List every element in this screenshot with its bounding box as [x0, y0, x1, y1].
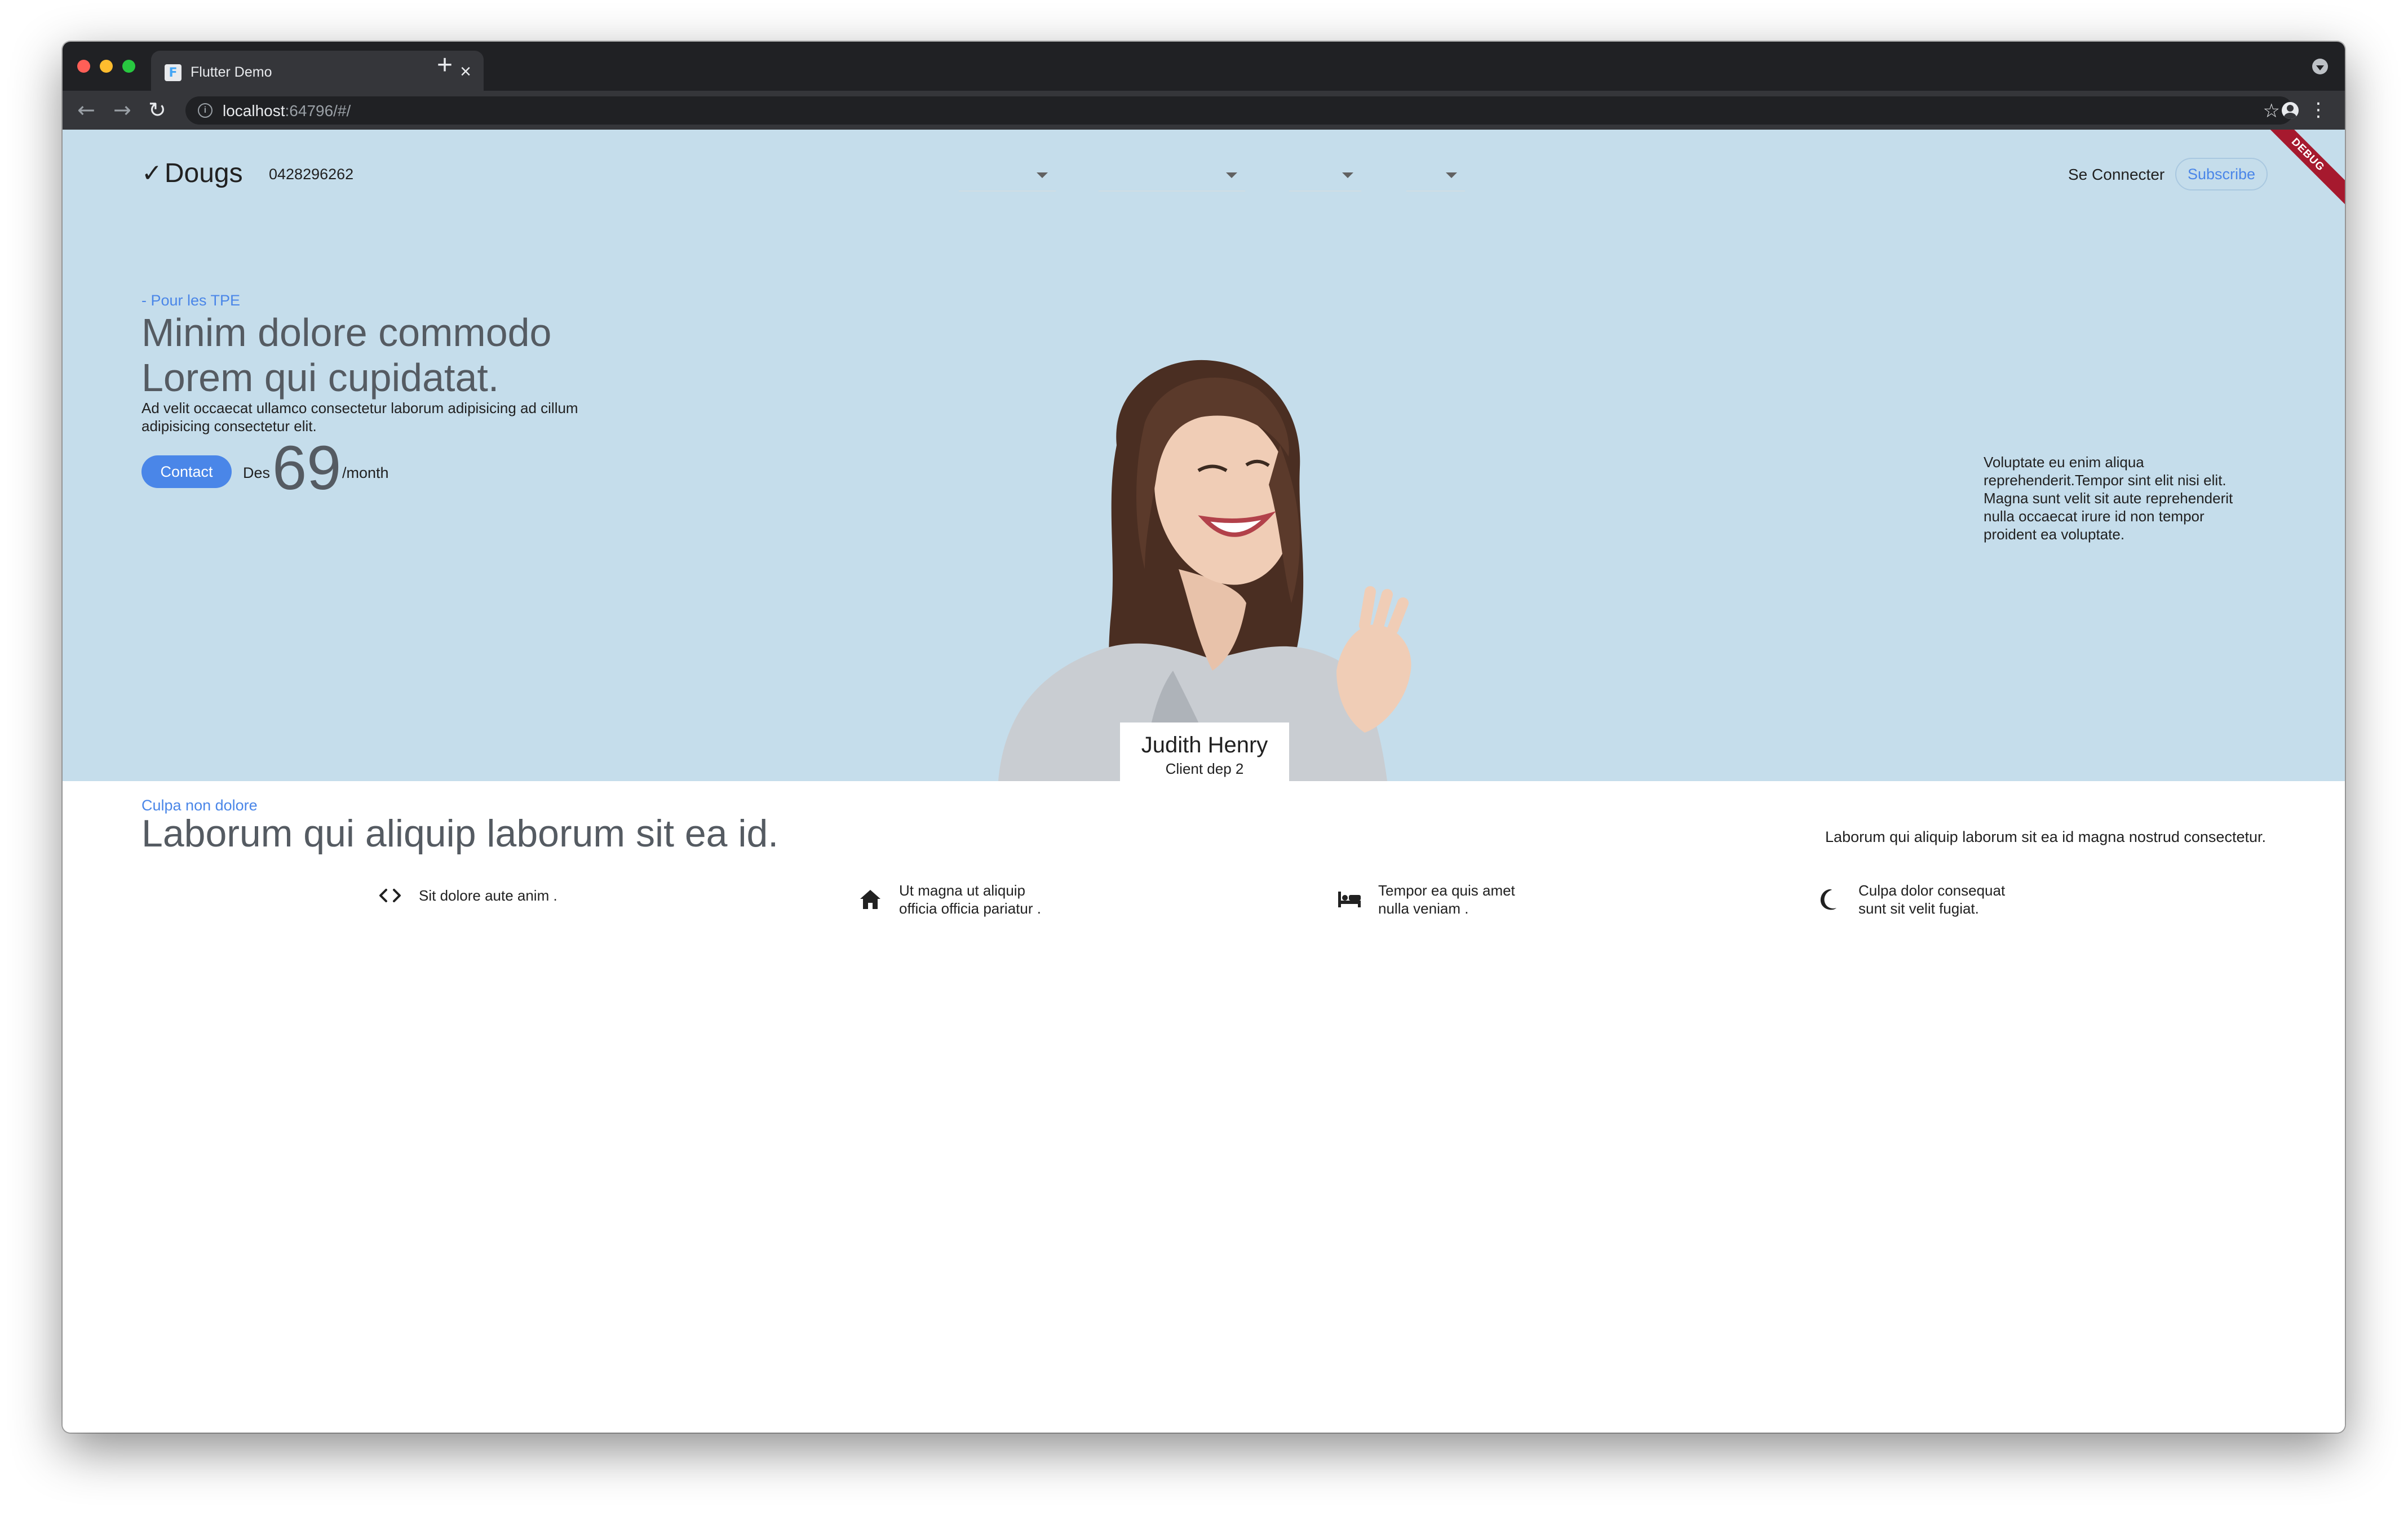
client-name: Judith Henry	[1141, 733, 1268, 757]
feature-text-line-1: Culpa dolor consequat	[1858, 882, 2006, 899]
hero-side-text: Voluptate eu enim aliqua reprehenderit.T…	[1984, 454, 2233, 543]
hero-section: ✓ Dougs 0428296262 Se Connecter Subscrib…	[63, 130, 2345, 786]
brand-logo[interactable]: ✓ Dougs	[141, 158, 243, 189]
nav-dropdown-1[interactable]	[959, 167, 1056, 192]
client-portrait-image	[998, 360, 1411, 781]
feature-item: Tempor ea quis amet nulla veniam .	[1335, 881, 1515, 917]
feature-text-line-2: nulla veniam .	[1378, 900, 1469, 917]
client-caption-card: Judith Henry Client dep 2	[1120, 722, 1289, 786]
nav-dropdown-3[interactable]	[1289, 167, 1361, 192]
hero-tag: - Pour les TPE	[141, 292, 241, 309]
brand-name: Dougs	[164, 158, 243, 188]
feature-text: Tempor ea quis amet nulla veniam .	[1378, 881, 1515, 917]
section-side-text: Laborum qui aliquip laborum sit ea id ma…	[1825, 828, 2266, 845]
subscribe-button[interactable]: Subscribe	[2175, 158, 2268, 190]
tab-title: Flutter Demo	[191, 64, 272, 80]
feature-text: Ut magna ut aliquip officia officia pari…	[899, 881, 1041, 917]
site-info-icon[interactable]: i	[198, 103, 213, 118]
feature-text: Culpa dolor consequat sunt sit velit fug…	[1858, 881, 2005, 917]
back-arrow-icon[interactable]: ←	[77, 97, 95, 122]
close-window-button[interactable]	[77, 60, 90, 73]
code-icon	[376, 881, 404, 910]
minimize-window-button[interactable]	[100, 60, 113, 73]
forward-arrow-icon[interactable]: →	[113, 97, 131, 122]
contact-button[interactable]: Contact	[141, 455, 232, 488]
reload-icon[interactable]: ↻	[148, 97, 166, 122]
browser-tab[interactable]: F Flutter Demo ×	[151, 51, 484, 91]
feature-text-line-2: officia officia pariatur .	[899, 900, 1041, 917]
price-value: 69	[272, 433, 342, 503]
feature-item: Culpa dolor consequat sunt sit velit fug…	[1816, 881, 2005, 917]
hero-title: Minim dolore commodo Lorem qui cupidatat…	[141, 310, 649, 400]
moon-icon	[1816, 885, 1844, 914]
feature-text-line-1: Sit dolore aute anim .	[419, 887, 557, 904]
web-page: ✓ Dougs 0428296262 Se Connecter Subscrib…	[63, 130, 2345, 1433]
feature-text-line-1: Ut magna ut aliquip	[899, 882, 1026, 899]
profile-avatar-icon[interactable]	[2282, 102, 2299, 119]
address-bar[interactable]: i localhost:64796/#/ ☆	[185, 96, 2294, 125]
price-suffix: /month	[342, 464, 389, 481]
price-prefix: Des	[243, 464, 271, 481]
tab-search-icon[interactable]	[2312, 59, 2328, 74]
feature-text-line-1: Tempor ea quis amet	[1378, 882, 1515, 899]
hero-description: Ad velit occaecat ullamco consectetur la…	[141, 400, 578, 435]
close-tab-icon[interactable]: ×	[460, 61, 471, 83]
maximize-window-button[interactable]	[122, 60, 135, 73]
browser-toolbar: ← → ↻ i localhost:64796/#/ ☆ ⋮	[63, 91, 2345, 130]
login-link[interactable]: Se Connecter	[2068, 166, 2164, 184]
nav-dropdown-4[interactable]	[1406, 167, 1465, 192]
section-title: Laborum qui aliquip laborum sit ea id.	[141, 812, 779, 855]
new-tab-icon[interactable]: +	[437, 50, 453, 81]
browser-window: F Flutter Demo × + ← → ↻ i localhost:647…	[63, 42, 2345, 1433]
phone-number: 0428296262	[269, 166, 354, 183]
bookmark-star-icon[interactable]: ☆	[2263, 100, 2280, 122]
nav-dropdown-2[interactable]	[1099, 167, 1245, 192]
feature-item: Sit dolore aute anim .	[376, 881, 557, 910]
url-text: localhost:64796/#/	[223, 102, 351, 119]
client-role: Client dep 2	[1165, 760, 1244, 777]
bed-icon	[1335, 885, 1364, 914]
flutter-favicon-icon: F	[165, 64, 182, 81]
browser-menu-icon[interactable]: ⋮	[2309, 99, 2328, 121]
browser-tab-bar: F Flutter Demo × +	[63, 42, 2345, 91]
hero-title-line-2: Lorem qui cupidatat.	[141, 356, 499, 400]
hero-title-line-1: Minim dolore commodo	[141, 311, 552, 354]
check-icon: ✓	[141, 159, 162, 188]
feature-item: Ut magna ut aliquip officia officia pari…	[856, 881, 1041, 917]
feature-text-line-2: sunt sit velit fugiat.	[1858, 900, 1979, 917]
home-icon	[856, 885, 884, 914]
feature-text: Sit dolore aute anim .	[419, 886, 557, 905]
